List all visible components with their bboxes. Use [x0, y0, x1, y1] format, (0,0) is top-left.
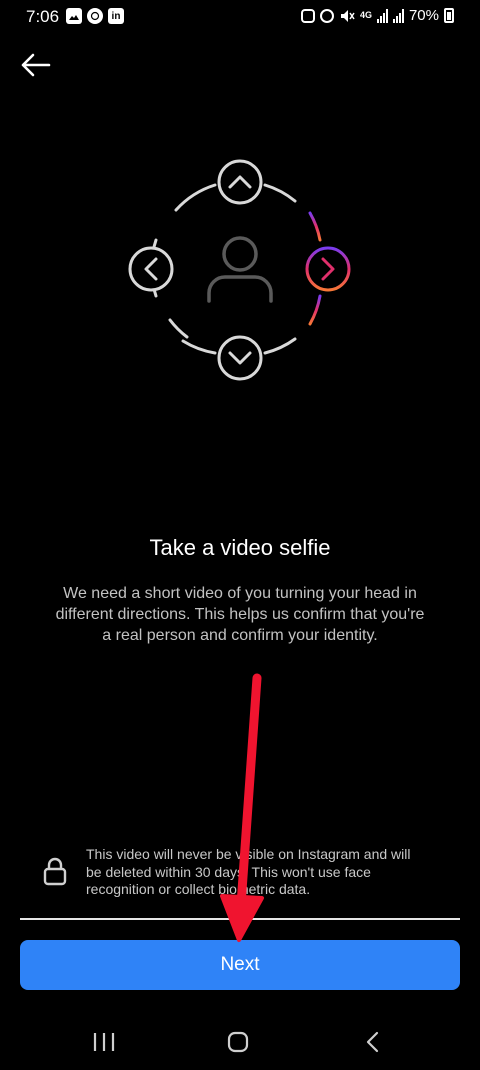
system-nav-bar — [0, 1015, 480, 1070]
arrow-left-icon — [21, 53, 51, 77]
chevron-right-icon — [305, 246, 351, 292]
chevron-up-icon — [217, 159, 263, 205]
head-turn-illustration — [128, 159, 351, 381]
home-button[interactable] — [218, 1029, 258, 1055]
android-icon — [300, 8, 315, 23]
alarm-icon — [319, 8, 334, 23]
next-button[interactable]: Next — [20, 940, 460, 990]
recent-apps-button[interactable] — [84, 1029, 124, 1055]
gallery-icon — [66, 8, 82, 24]
signal-icon — [376, 8, 388, 23]
privacy-note: This video will never be visible on Inst… — [86, 846, 411, 897]
status-bar: 7:06 in 4G 70% — [0, 0, 480, 34]
chevron-down-icon — [217, 335, 263, 381]
network-type: 4G — [359, 10, 372, 20]
divider — [20, 918, 460, 920]
progress-arc — [308, 211, 322, 242]
linkedin-icon: in — [108, 8, 124, 24]
home-icon — [227, 1031, 249, 1053]
mute-icon — [340, 9, 355, 22]
status-notification-icons: in — [66, 8, 124, 24]
chevron-left-icon — [128, 246, 174, 292]
back-nav-icon — [366, 1031, 379, 1053]
back-nav-button[interactable] — [352, 1029, 392, 1055]
whatsapp-icon — [87, 8, 103, 24]
recent-apps-icon — [93, 1033, 115, 1051]
progress-arc-lower — [308, 294, 322, 326]
signal-icon — [392, 8, 404, 23]
battery-percent: 70% — [408, 7, 439, 24]
status-system-icons: 4G 70% — [300, 7, 454, 24]
lock-icon — [43, 857, 67, 886]
page-title: Take a video selfie — [149, 535, 331, 560]
page-description: We need a short video of you turning you… — [55, 585, 425, 644]
back-button[interactable] — [18, 50, 52, 80]
battery-icon — [444, 8, 454, 23]
status-time: 7:06 — [26, 7, 60, 26]
person-icon — [207, 236, 273, 303]
